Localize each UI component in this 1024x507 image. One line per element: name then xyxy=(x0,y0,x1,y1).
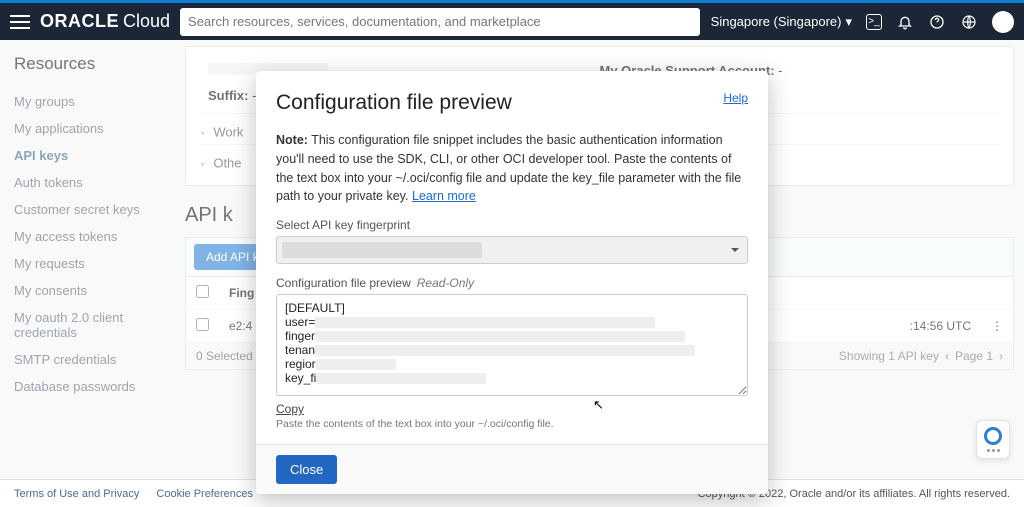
help-icon[interactable] xyxy=(928,13,946,31)
bell-icon[interactable] xyxy=(896,13,914,31)
preview-label: Configuration file previewRead-Only xyxy=(276,276,748,290)
terms-link[interactable]: Terms of Use and Privacy xyxy=(14,488,139,500)
copy-link[interactable]: Copy xyxy=(276,402,304,416)
help-link[interactable]: Help xyxy=(723,91,748,105)
note-paragraph: Note: This configuration file snippet in… xyxy=(276,131,748,206)
fingerprint-select-label: Select API key fingerprint xyxy=(276,218,748,232)
cursor-icon: ↖ xyxy=(593,397,604,413)
brand-primary: ORACLE xyxy=(40,11,119,32)
redacted-fingerprint xyxy=(282,242,482,258)
topnav-right: Singapore (Singapore) ▾ >_ xyxy=(711,11,1014,33)
search-input[interactable]: Search resources, services, documentatio… xyxy=(180,8,700,36)
search-placeholder: Search resources, services, documentatio… xyxy=(188,14,541,29)
brand-logo: ORACLE Cloud xyxy=(40,11,170,32)
cookie-prefs-link[interactable]: Cookie Preferences xyxy=(156,488,253,500)
more-dots-icon xyxy=(987,449,1000,452)
brand-secondary: Cloud xyxy=(123,11,170,32)
note-label: Note: xyxy=(276,133,308,147)
globe-icon[interactable] xyxy=(960,13,978,31)
close-button[interactable]: Close xyxy=(276,455,337,484)
note-text: This configuration file snippet includes… xyxy=(276,133,741,203)
cloud-shell-icon[interactable]: >_ xyxy=(866,14,882,30)
region-label: Singapore (Singapore) xyxy=(711,14,842,29)
support-widget[interactable] xyxy=(976,420,1010,459)
lifebuoy-icon xyxy=(984,427,1002,445)
config-textarea[interactable]: [DEFAULT] user= finger tenan regior key_… xyxy=(276,294,748,396)
read-only-badge: Read-Only xyxy=(417,276,474,290)
chevron-down-icon: ▾ xyxy=(845,14,852,30)
menu-icon[interactable] xyxy=(10,15,30,29)
region-selector[interactable]: Singapore (Singapore) ▾ xyxy=(711,14,852,30)
paste-hint: Paste the contents of the text box into … xyxy=(276,418,748,430)
modal-title: Configuration file preview xyxy=(276,91,512,115)
avatar[interactable] xyxy=(992,11,1014,33)
top-nav: ORACLE Cloud Search resources, services,… xyxy=(0,0,1024,40)
config-preview-modal: Configuration file preview Help Note: Th… xyxy=(256,71,768,494)
learn-more-link[interactable]: Learn more xyxy=(412,189,476,203)
fingerprint-select[interactable] xyxy=(276,236,748,264)
